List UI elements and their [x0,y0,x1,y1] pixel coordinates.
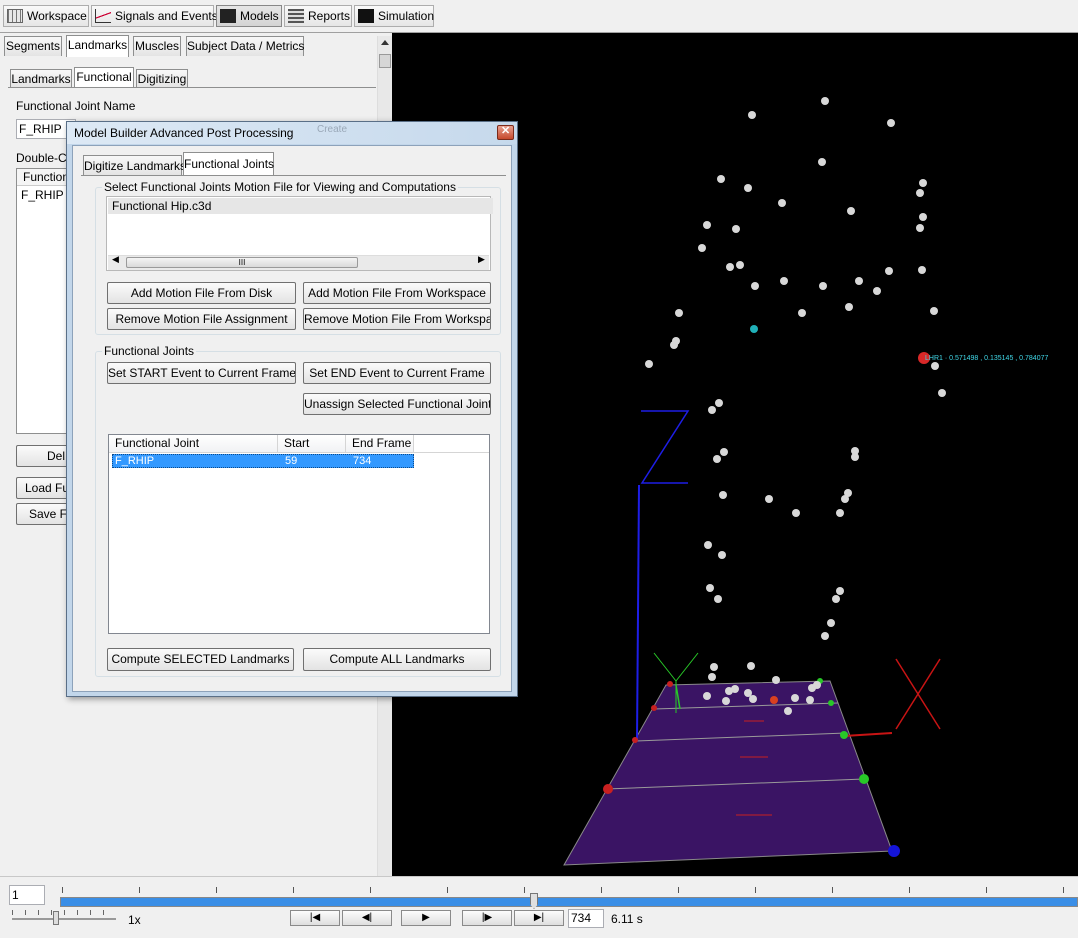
table-row[interactable]: F_RHIP 59 734 [112,454,414,468]
corner-marker [632,737,638,743]
tab-reports[interactable]: Reports [284,5,352,27]
add-motion-disk-button[interactable]: Add Motion File From Disk [107,282,296,304]
corner-marker [651,705,657,711]
motion-group-label: Select Functional Joints Motion File for… [102,180,458,194]
z-axis [636,484,640,742]
tab-signals-events[interactable]: Signals and Events [91,5,218,27]
cell-joint: F_RHIP [115,455,155,467]
floor-plane [563,680,893,866]
timeline-track[interactable] [60,897,1078,907]
corner-marker [859,774,869,784]
scroll-up-icon[interactable] [381,40,389,45]
subtab-landmarks[interactable]: Landmarks [10,69,72,87]
corner-marker [888,845,900,857]
close-button[interactable]: ✕ [497,125,514,140]
playback-bar [0,876,1078,938]
step-forward-button[interactable]: |▶ [462,910,512,926]
marker-coordinate-label: LHR1 · 0.571498 , 0.135145 , 0.784077 [925,355,1048,362]
set-end-event-button[interactable]: Set END Event to Current Frame [303,362,491,384]
dialog-title: Model Builder Advanced Post Processing [74,126,294,140]
play-button[interactable]: ▶ [401,910,451,926]
functional-joints-table[interactable]: Functional Joint Start Frame End Frame F… [108,434,490,634]
step-forward-icon: |▶ [481,912,493,923]
timeline-ticks [62,887,1078,893]
report-icon [288,8,304,23]
speed-slider-ticks [12,910,116,915]
current-frame-field[interactable]: 734 [568,909,604,928]
marker-orange [770,696,778,704]
frame-start-field[interactable]: 1 [9,885,45,905]
y-axis-label [653,652,699,682]
speed-slider-track[interactable] [12,918,116,920]
cell-end: 734 [353,455,372,467]
column-header[interactable]: Start Frame [278,435,346,467]
remove-motion-assignment-button[interactable]: Remove Motion File Assignment [107,308,296,330]
horizontal-scrollbar[interactable]: ◀ III ▶ [108,254,489,270]
scroll-right-icon[interactable]: ▶ [478,254,485,265]
go-start-icon: |◀ [309,912,321,923]
list-item[interactable]: Functional Hip.c3d [108,198,493,214]
scroll-left-icon[interactable]: ◀ [112,254,119,265]
go-start-button[interactable]: |◀ [290,910,340,926]
model-icon [220,8,236,23]
scroll-thumb[interactable] [379,54,391,68]
signal-icon [95,8,111,23]
go-end-icon: ▶| [533,912,545,923]
joint-name-label: Functional Joint Name [16,99,136,113]
tab-functional-joints[interactable]: Functional Joints [183,152,274,176]
subtab-functional[interactable]: Functional [74,67,134,87]
marker-cyan [750,325,758,333]
compute-selected-button[interactable]: Compute SELECTED Landmarks [107,648,294,671]
x-axis [843,732,893,737]
column-header[interactable]: Functional Joint [109,435,278,452]
step-back-button[interactable]: ◀| [342,910,392,926]
play-icon: ▶ [422,912,430,923]
tab-landmarks[interactable]: Landmarks [66,35,129,57]
column-header[interactable]: End Frame [346,435,414,452]
tab-muscles[interactable]: Muscles [133,36,181,56]
list-label: Double-Cli [16,151,73,165]
tab-subject-data[interactable]: Subject Data / Metrics [186,36,304,56]
scroll-thumb[interactable]: III [126,257,358,268]
subtab-digitizing[interactable]: Digitizing [136,69,188,87]
unassign-joints-button[interactable]: Unassign Selected Functional Joints [303,393,491,415]
z-axis-label [640,410,690,484]
behind-window-title: Create [317,124,348,135]
add-motion-workspace-button[interactable]: Add Motion File From Workspace [303,282,491,304]
fj-group-label: Functional Joints [102,344,197,358]
go-end-button[interactable]: ▶| [514,910,564,926]
grid-icon [7,8,23,23]
corner-marker [840,731,848,739]
dialog-titlebar[interactable]: Model Builder Advanced Post Processing C… [67,122,517,144]
corner-marker [828,700,834,706]
close-icon: ✕ [501,125,511,137]
remove-motion-workspace-button[interactable]: Remove Motion File From Workspace [303,308,491,330]
speed-slider-thumb[interactable] [53,911,59,925]
speed-label: 1x [128,913,141,927]
corner-marker [667,681,673,687]
motion-file-list[interactable]: Functional Hip.c3d ◀ III ▶ [106,196,493,271]
tab-segments[interactable]: Segments [4,36,62,56]
cell-start: 59 [285,455,298,467]
time-readout: 6.11 s [611,912,643,926]
compute-all-button[interactable]: Compute ALL Landmarks [303,648,491,671]
tab-digitize-landmarks[interactable]: Digitize Landmarks [83,155,186,175]
tab-workspace[interactable]: Workspace [3,5,89,27]
table-header: Functional Joint Start Frame End Frame [109,435,489,467]
marker-cloud [645,97,946,715]
tab-simulation[interactable]: Simulation [354,5,434,27]
set-start-event-button[interactable]: Set START Event to Current Frame [107,362,296,384]
tab-models[interactable]: Models [216,5,282,27]
corner-marker [603,784,613,794]
simulation-icon [358,8,374,23]
step-back-icon: ◀| [361,912,373,923]
